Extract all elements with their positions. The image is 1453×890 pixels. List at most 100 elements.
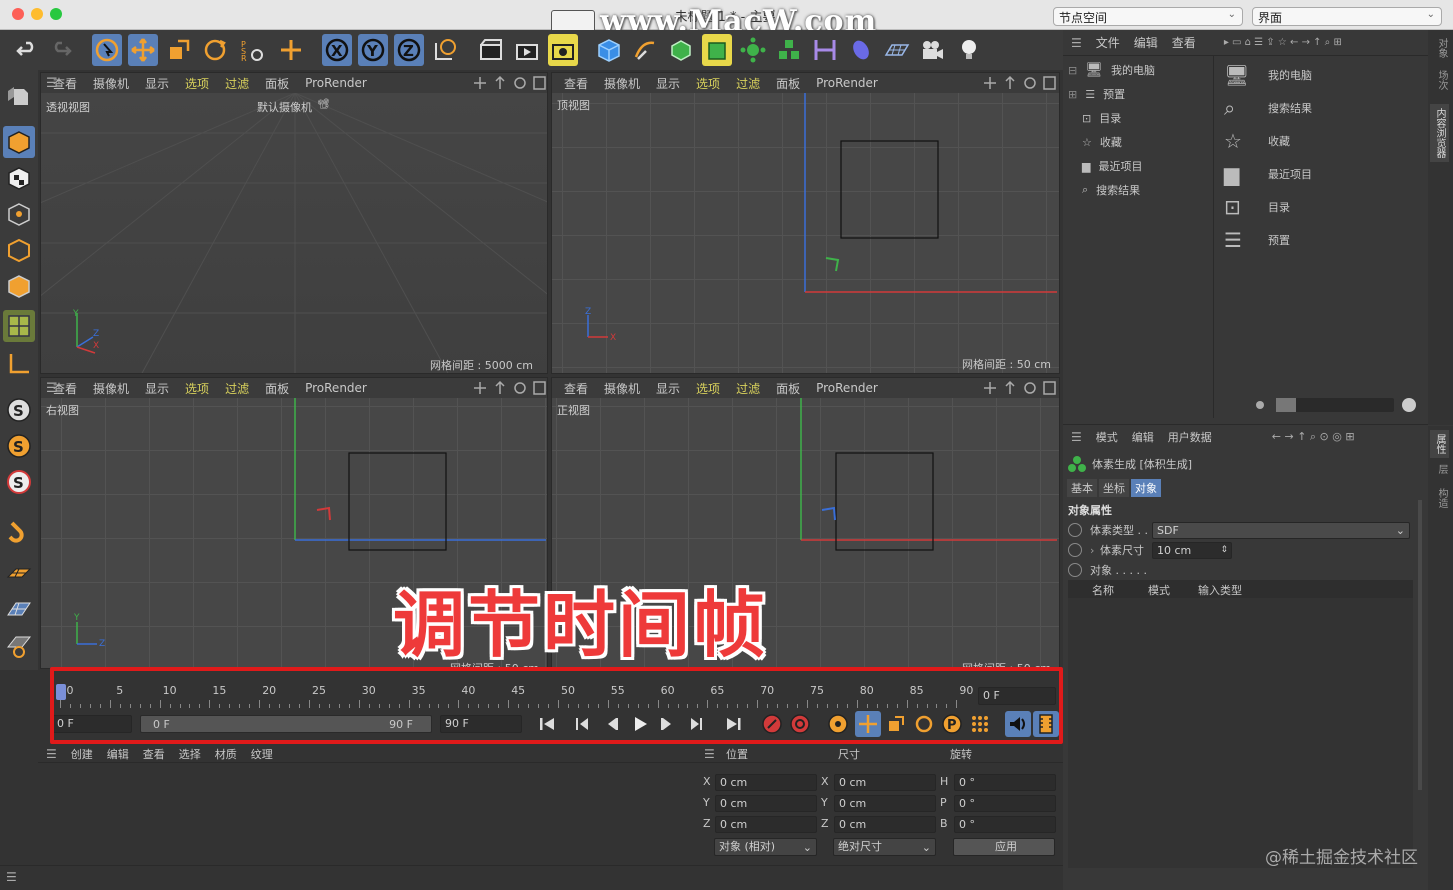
size-field[interactable]: 0 cm <box>834 816 936 833</box>
pen-spline-icon[interactable] <box>630 34 660 66</box>
menu-camera[interactable]: 摄像机 <box>93 380 129 397</box>
menu-display[interactable]: 显示 <box>656 75 680 92</box>
polygon-mode-icon[interactable] <box>3 270 35 302</box>
size-mode-dropdown[interactable]: 绝对尺寸 ⌄ <box>833 838 936 856</box>
perspective-viewport[interactable]: 查看 摄像机 显示 选项 过滤 面板 ProRender 透视视图 默认摄像机 📽 Y Z … <box>40 72 548 374</box>
menu-edit[interactable]: 编辑 <box>1134 34 1158 51</box>
viewport-nav-icons[interactable] <box>472 380 546 396</box>
viewport-nav-icons[interactable] <box>982 75 1056 91</box>
rotate-tool-icon[interactable] <box>200 34 230 66</box>
size-field[interactable]: 0 cm <box>834 795 936 812</box>
menu-icon[interactable]: ☰ <box>46 747 57 761</box>
snap-icon[interactable]: S <box>3 394 35 426</box>
minimize-window-button[interactable] <box>31 8 43 20</box>
menu-panel[interactable]: 面板 <box>776 75 800 92</box>
menu-icon[interactable]: ☰ <box>704 747 715 761</box>
render-view-icon[interactable] <box>476 34 506 66</box>
menu-view[interactable]: 查看 <box>1172 34 1196 51</box>
camera-label[interactable]: 默认摄像机 <box>257 99 312 115</box>
menu-user-data[interactable]: 用户数据 <box>1168 429 1212 445</box>
menu-edit[interactable]: 编辑 <box>107 746 129 762</box>
magnet-icon[interactable] <box>3 514 35 546</box>
rotation-field[interactable]: 0 ° <box>954 816 1056 833</box>
position-field[interactable]: 0 cm <box>715 774 817 791</box>
node-space-dropdown[interactable]: 节点空间 ⌄ <box>1053 7 1243 26</box>
make-editable-icon[interactable] <box>3 80 35 112</box>
animation-toggle[interactable] <box>1068 563 1082 577</box>
z-axis-lock-icon[interactable]: Z <box>394 34 424 66</box>
mograph-cloner-icon[interactable] <box>738 34 768 66</box>
texture-mode-icon[interactable] <box>3 162 35 194</box>
camera-icon[interactable] <box>918 34 948 66</box>
tree-item-favorites[interactable]: ☆ 收藏 <box>1068 130 1210 154</box>
menu-icon[interactable]: ☰ <box>1071 430 1082 444</box>
rotation-field[interactable]: 0 ° <box>954 774 1056 791</box>
menu-icon[interactable]: ☰ <box>1071 36 1082 50</box>
menu-panel[interactable]: 面板 <box>265 75 289 92</box>
move-tool-icon[interactable] <box>128 34 158 66</box>
menu-display[interactable]: 显示 <box>145 380 169 397</box>
workplane-icon[interactable] <box>3 558 35 590</box>
add-tool-icon[interactable] <box>276 34 306 66</box>
list-item[interactable]: ☰ 预置 <box>1224 223 1424 256</box>
browser-nav-icons[interactable]: ▸ ▭ ⌂ ☰ ⇪ ☆ ← → ↑ ⌕ ⊞ <box>1224 37 1342 48</box>
workplane-snap-icon[interactable]: S <box>3 466 35 498</box>
menu-texture[interactable]: 纹理 <box>251 746 273 762</box>
cloner-icon[interactable] <box>774 34 804 66</box>
menu-filter[interactable]: 过滤 <box>736 75 760 92</box>
rotation-field[interactable]: 0 ° <box>954 795 1056 812</box>
select-tool-icon[interactable] <box>92 34 122 66</box>
viewport-nav-icons[interactable] <box>982 380 1056 396</box>
list-item[interactable]: ⊡ 目录 <box>1224 190 1424 223</box>
field-icon[interactable] <box>846 34 876 66</box>
scrollbar[interactable] <box>1418 500 1422 790</box>
position-field[interactable]: 0 cm <box>715 816 817 833</box>
model-mode-icon[interactable] <box>3 126 35 158</box>
menu-mode[interactable]: 模式 <box>1096 429 1118 445</box>
menu-camera[interactable]: 摄像机 <box>93 75 129 92</box>
y-axis-lock-icon[interactable]: Y <box>358 34 388 66</box>
tree-item-presets[interactable]: ⊞ ☰ 预置 <box>1068 82 1210 106</box>
locked-workplane-icon[interactable] <box>3 630 35 662</box>
top-viewport[interactable]: 查看 摄像机 显示 选项 过滤 面板 ProRender 顶视图 Z X 网格间距 : 50… <box>551 72 1060 374</box>
tab-coord[interactable]: 坐标 <box>1099 479 1129 497</box>
tab-content-browser[interactable]: 内容浏览器 <box>1430 104 1449 162</box>
attribute-nav-icons[interactable]: ← → ↑ ⌕ ⊙ ◎ ⊞ <box>1272 430 1355 444</box>
render-settings-icon[interactable] <box>548 34 578 66</box>
menu-view[interactable]: 查看 <box>143 746 165 762</box>
tab-layers[interactable]: 层 <box>1434 464 1449 474</box>
axis-mode-icon[interactable] <box>3 348 35 380</box>
tab-basic[interactable]: 基本 <box>1067 479 1097 497</box>
tab-object[interactable]: 对象 <box>1131 479 1161 497</box>
edge-mode-icon[interactable] <box>3 234 35 266</box>
menu-prorender[interactable]: ProRender <box>305 76 367 90</box>
grid-plane-icon[interactable] <box>3 594 35 626</box>
uv-mode-icon[interactable] <box>3 310 35 342</box>
menu-icon[interactable]: ☰ <box>46 381 58 396</box>
menu-filter[interactable]: 过滤 <box>225 380 249 397</box>
menu-material[interactable]: 材质 <box>215 746 237 762</box>
list-item[interactable]: ▆ 最近项目 <box>1224 157 1424 190</box>
animation-toggle[interactable] <box>1068 523 1082 537</box>
size-field[interactable]: 0 cm <box>834 774 936 791</box>
chevron-right-icon[interactable]: › <box>1090 544 1100 557</box>
thumbnail-size-slider[interactable] <box>1276 398 1394 412</box>
layout-dropdown[interactable]: 界面 ⌄ <box>1252 7 1442 26</box>
menu-view[interactable]: 查看 <box>564 380 588 397</box>
menu-icon[interactable]: ☰ <box>6 870 17 884</box>
stepper-icon[interactable]: ⇕ <box>1220 543 1228 558</box>
subdivision-surface-icon[interactable] <box>666 34 696 66</box>
list-item[interactable]: 🖥 我的电脑 <box>1224 58 1424 91</box>
tab-attributes[interactable]: 属性 <box>1430 430 1449 458</box>
tree-item-catalog[interactable]: ⊡ 目录 <box>1068 106 1210 130</box>
voxel-size-field[interactable]: 10 cm ⇕ <box>1152 541 1232 559</box>
x-axis-lock-icon[interactable]: X <box>322 34 352 66</box>
tree-item-search[interactable]: ⌕ 搜索结果 <box>1068 178 1210 202</box>
cube-icon[interactable] <box>594 34 624 66</box>
environment-floor-icon[interactable] <box>882 34 912 66</box>
tree-item-computer[interactable]: ⊟ 🖥 我的电脑 <box>1068 58 1210 82</box>
menu-camera[interactable]: 摄像机 <box>604 380 640 397</box>
menu-options[interactable]: 选项 <box>696 380 720 397</box>
menu-options[interactable]: 选项 <box>185 380 209 397</box>
menu-view[interactable]: 查看 <box>564 75 588 92</box>
